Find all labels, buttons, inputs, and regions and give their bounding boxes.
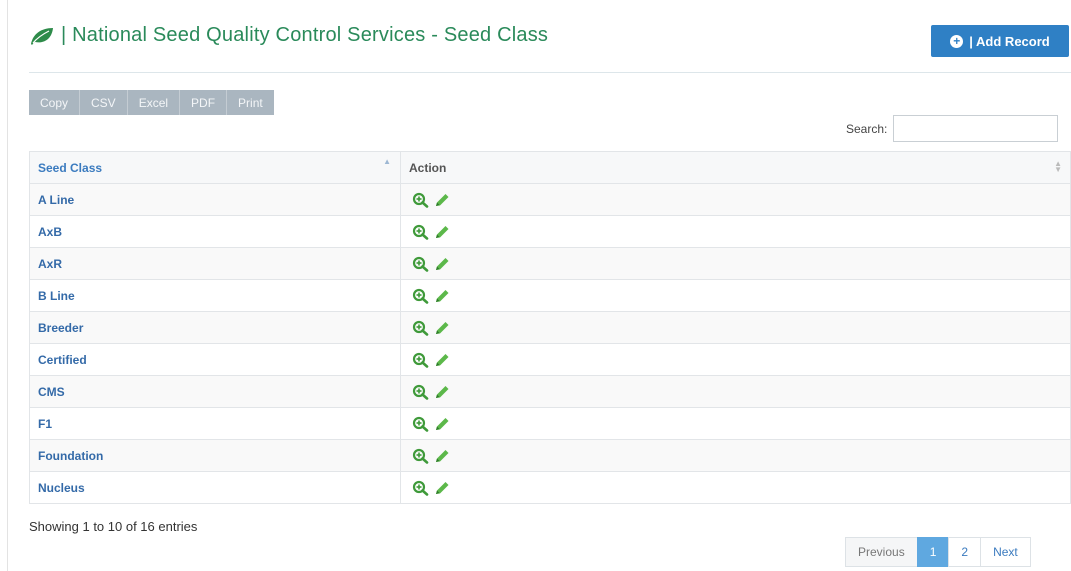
action-cell [400, 311, 1071, 344]
print-button[interactable]: Print [227, 90, 274, 115]
next-page-button[interactable]: Next [980, 537, 1031, 567]
zoom-in-icon[interactable] [412, 384, 430, 400]
table-header-row: Seed Class ▲ Action ▲ ▼ [29, 151, 1071, 184]
action-cell [400, 183, 1071, 216]
page-header: | National Seed Quality Control Services… [29, 24, 548, 47]
previous-page-button[interactable]: Previous [845, 537, 918, 567]
pencil-edit-icon[interactable] [433, 384, 451, 400]
add-record-label: | Add Record [969, 33, 1050, 49]
search-label: Search: [846, 121, 888, 136]
action-cell [400, 471, 1071, 504]
pagination: Previous 1 2 Next [845, 537, 1031, 567]
search-input[interactable] [893, 115, 1059, 142]
seed-class-cell: Foundation [29, 439, 401, 472]
table-row: B Line [29, 279, 1071, 312]
table-row: Foundation [29, 439, 1071, 472]
table-row: F1 [29, 407, 1071, 440]
page-title: | National Seed Quality Control Services… [61, 24, 549, 46]
pencil-edit-icon[interactable] [433, 352, 451, 368]
zoom-in-icon[interactable] [412, 288, 430, 304]
zoom-in-icon[interactable] [412, 192, 430, 208]
pdf-button[interactable]: PDF [180, 90, 228, 115]
action-cell [400, 439, 1071, 472]
action-cell [400, 375, 1071, 408]
search-box: Search: [846, 115, 1059, 142]
copy-button[interactable]: Copy [29, 90, 81, 115]
action-cell [400, 343, 1071, 376]
column-header-label: Action [409, 160, 447, 175]
column-header-label: Seed Class [38, 160, 103, 175]
pencil-edit-icon[interactable] [433, 416, 451, 432]
page-button-1[interactable]: 1 [916, 537, 950, 567]
seed-class-cell: AxB [29, 215, 401, 248]
pencil-edit-icon[interactable] [433, 480, 451, 496]
seed-class-cell: F1 [29, 407, 401, 440]
action-cell [400, 407, 1071, 440]
seed-class-cell: AxR [29, 247, 401, 280]
seed-class-cell: Nucleus [29, 471, 401, 504]
excel-button[interactable]: Excel [127, 90, 181, 115]
seed-class-table: Seed Class ▲ Action ▲ ▼ A Line AxB AxR B Lin… [29, 151, 1071, 504]
column-header-seed-class[interactable]: Seed Class ▲ [29, 151, 401, 184]
page-frame-border [7, 0, 8, 571]
seed-class-cell: B Line [29, 279, 401, 312]
action-cell [400, 279, 1071, 312]
seed-class-cell: Certified [29, 343, 401, 376]
table-row: AxB [29, 215, 1071, 248]
zoom-in-icon[interactable] [412, 224, 430, 240]
page-button-2[interactable]: 2 [948, 537, 982, 567]
seed-class-cell: CMS [29, 375, 401, 408]
pencil-edit-icon[interactable] [433, 256, 451, 272]
sort-ascending-icon: ▲ [383, 157, 391, 166]
zoom-in-icon[interactable] [412, 416, 430, 432]
pencil-edit-icon[interactable] [433, 448, 451, 464]
zoom-in-icon[interactable] [412, 480, 430, 496]
pencil-edit-icon[interactable] [433, 192, 451, 208]
action-cell [400, 247, 1071, 280]
table-info: Showing 1 to 10 of 16 entries [29, 519, 198, 534]
column-header-action[interactable]: Action ▲ ▼ [400, 151, 1071, 184]
table-body: A Line AxB AxR B Line Breeder Certified CMS F1 F… [29, 183, 1071, 504]
pencil-edit-icon[interactable] [433, 320, 451, 336]
export-button-group: Copy CSV Excel PDF Print [29, 90, 274, 115]
zoom-in-icon[interactable] [412, 320, 430, 336]
leaf-icon [31, 27, 53, 45]
add-record-button[interactable]: + | Add Record [931, 25, 1069, 57]
pencil-edit-icon[interactable] [433, 224, 451, 240]
table-row: A Line [29, 183, 1071, 216]
table-row: AxR [29, 247, 1071, 280]
table-row: CMS [29, 375, 1071, 408]
seed-class-cell: A Line [29, 183, 401, 216]
header-divider [29, 72, 1071, 73]
table-row: Nucleus [29, 471, 1071, 504]
plus-circle-icon: + [950, 34, 964, 48]
sort-both-icon: ▲ ▼ [1054, 159, 1062, 174]
pencil-edit-icon[interactable] [433, 288, 451, 304]
table-row: Breeder [29, 311, 1071, 344]
zoom-in-icon[interactable] [412, 352, 430, 368]
action-cell [400, 215, 1071, 248]
zoom-in-icon[interactable] [412, 448, 430, 464]
csv-button[interactable]: CSV [80, 90, 128, 115]
table-row: Certified [29, 343, 1071, 376]
seed-class-cell: Breeder [29, 311, 401, 344]
zoom-in-icon[interactable] [412, 256, 430, 272]
